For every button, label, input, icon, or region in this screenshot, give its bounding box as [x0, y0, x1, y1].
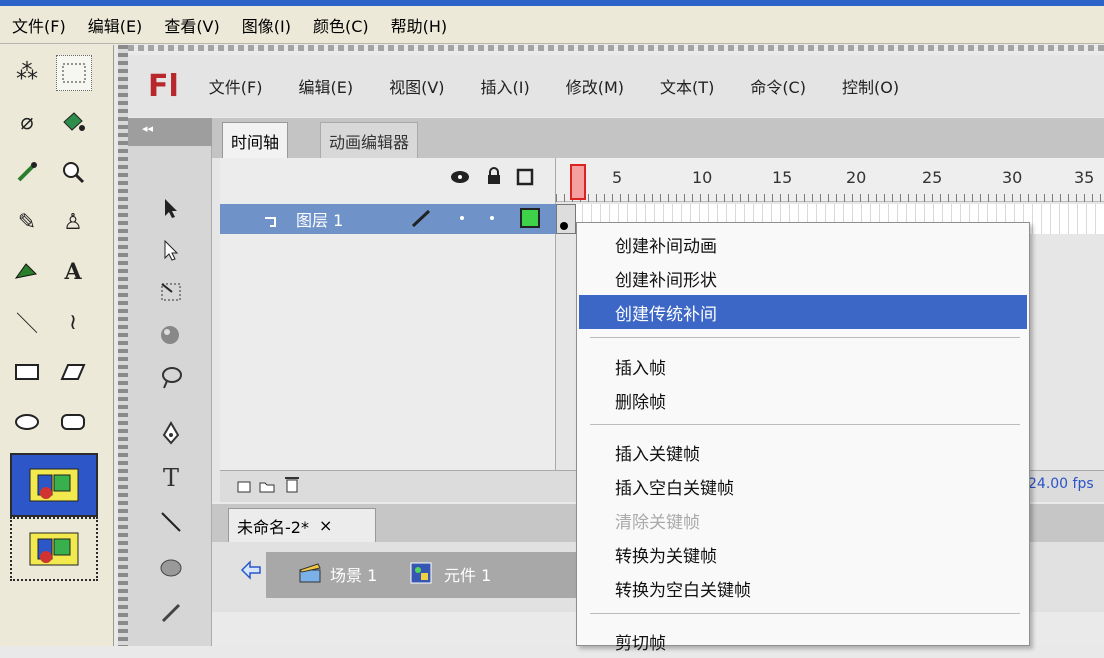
outer-menu-edit[interactable]: 编辑(E) [76, 13, 153, 37]
flash-menu-control[interactable]: 控制(O) [842, 74, 899, 98]
marquee-tool-icon[interactable] [56, 55, 92, 91]
symbol-icon [410, 562, 432, 584]
pencil-icon[interactable] [150, 592, 192, 632]
tools-collapse-button[interactable]: ◂◂ [128, 118, 212, 146]
flash-menubar: Fl 文件(F) 编辑(E) 视图(V) 插入(I) 修改(M) 文本(T) 命… [128, 55, 1104, 117]
outer-toolbox: ⁂ ⌀ ✎ ♙ A ＼ ≀ [0, 45, 114, 646]
flash-menu-modify[interactable]: 修改(M) [566, 74, 624, 98]
outer-menu-view[interactable]: 查看(V) [152, 13, 229, 37]
document-tab[interactable]: 未命名-2* × [228, 508, 376, 542]
menu-item-clear-keyframe: 清除关键帧 [615, 512, 700, 533]
new-folder-icon[interactable] [258, 478, 276, 494]
menu-item-convert-to-keyframes[interactable]: 转换为关键帧 [579, 537, 1027, 571]
outer-menu-image[interactable]: 图像(I) [230, 13, 301, 37]
layer-type-icon [262, 210, 280, 228]
free-transform-icon[interactable] [150, 272, 192, 312]
flash-menu-view[interactable]: 视图(V) [389, 74, 444, 98]
menu-separator [590, 337, 1020, 338]
pencil-tool-icon[interactable]: ✎ [10, 205, 44, 239]
frame-number: 25 [922, 168, 943, 187]
text-tool-icon[interactable]: A [56, 255, 90, 289]
lock-dot[interactable] [490, 216, 494, 220]
polygon-tool-icon[interactable] [56, 355, 90, 389]
window-drag-handle[interactable] [118, 45, 128, 646]
document-tab-label: 未命名-2* [237, 517, 309, 537]
flash-menu-file[interactable]: 文件(F) [209, 74, 263, 98]
new-layer-icon[interactable] [236, 478, 252, 494]
menu-item-insert-keyframe[interactable]: 插入关键帧 [579, 435, 1027, 469]
menu-item-cut-frames[interactable]: 剪切帧 [579, 624, 1027, 658]
oval-icon[interactable] [150, 548, 192, 588]
frame-number: 10 [692, 168, 713, 187]
breadcrumb-scene[interactable]: 场景 1 [330, 562, 377, 586]
keyframe-cell[interactable] [556, 204, 576, 234]
flash-logo: Fl [148, 68, 179, 104]
eye-icon[interactable] [450, 168, 470, 186]
menu-item-create-classic-tween[interactable]: 创建传统补间 [579, 295, 1027, 329]
selection-arrow-icon[interactable] [150, 188, 192, 228]
back-arrow-icon[interactable] [240, 560, 262, 580]
tab-timeline[interactable]: 时间轴 [222, 122, 289, 159]
outer-menu-help[interactable]: 帮助(H) [379, 13, 458, 37]
menu-item-convert-to-blank-keyframes[interactable]: 转换为空白关键帧 [579, 571, 1027, 605]
outer-menu-color[interactable]: 颜色(C) [301, 13, 379, 37]
3d-rotation-icon[interactable] [150, 316, 192, 356]
edit-pencil-icon[interactable] [410, 208, 432, 228]
lasso-tool-icon[interactable]: ⁂ [10, 55, 44, 89]
frame-number: 15 [772, 168, 793, 187]
menu-separator [590, 613, 1020, 614]
frame-number: 30 [1002, 168, 1023, 187]
tab-motion-editor[interactable]: 动画编辑器 [320, 122, 419, 159]
document-tab-close-icon[interactable]: × [319, 516, 332, 535]
lock-icon[interactable] [486, 166, 502, 186]
frame-number: 20 [846, 168, 867, 187]
color-mode-tool-icon[interactable] [10, 517, 98, 581]
window-dashed-border [118, 45, 1104, 51]
frame-ruler-ticks [556, 194, 1104, 202]
pen-tool-icon[interactable] [10, 255, 44, 289]
breadcrumb-symbol[interactable]: 元件 1 [444, 562, 491, 586]
rounded-rect-tool-icon[interactable] [56, 405, 90, 439]
outer-menubar: 文件(F) 编辑(E) 查看(V) 图像(I) 颜色(C) 帮助(H) [0, 6, 1104, 44]
scene-clapper-icon [298, 562, 322, 584]
flash-menu-commands[interactable]: 命令(C) [750, 74, 806, 98]
text-icon[interactable]: T [150, 458, 192, 498]
ellipse-tool-icon[interactable] [10, 405, 44, 439]
frame-number: 5 [612, 168, 623, 187]
frame-number: 35 [1074, 168, 1095, 187]
stamp-tool-icon[interactable]: ♙ [56, 205, 90, 239]
eraser-tool-icon[interactable]: ⌀ [10, 105, 44, 139]
menu-item-create-motion-tween[interactable]: 创建补间动画 [579, 227, 1027, 261]
flash-menu-edit[interactable]: 编辑(E) [298, 74, 353, 98]
eyedropper-tool-icon[interactable] [10, 155, 44, 189]
color-swap-tool-icon[interactable] [10, 453, 98, 517]
rectangle-tool-icon[interactable] [10, 355, 44, 389]
line-tool-icon[interactable]: ＼ [10, 305, 44, 339]
menu-item-insert-frame[interactable]: 插入帧 [579, 349, 1027, 383]
pen-icon[interactable] [150, 414, 192, 454]
flash-menu-insert[interactable]: 插入(I) [481, 74, 530, 98]
menu-item-remove-frames[interactable]: 删除帧 [579, 383, 1027, 417]
layer-name[interactable]: 图层 1 [296, 207, 343, 231]
flash-menu-text[interactable]: 文本(T) [660, 74, 714, 98]
outline-icon[interactable] [516, 168, 534, 186]
freeform-tool-icon[interactable]: ≀ [56, 305, 90, 339]
fps-readout: 24.00 fps [1028, 476, 1094, 492]
layer-color-swatch[interactable] [520, 208, 540, 228]
menu-item-insert-blank-keyframe[interactable]: 插入空白关键帧 [579, 469, 1027, 503]
menu-separator [590, 424, 1020, 425]
lasso-icon[interactable] [150, 358, 192, 398]
delete-layer-icon[interactable] [284, 474, 300, 494]
outer-menu-file[interactable]: 文件(F) [0, 13, 76, 37]
menu-item-create-shape-tween[interactable]: 创建补间形状 [579, 261, 1027, 295]
fill-bucket-tool-icon[interactable] [56, 105, 90, 139]
playhead[interactable] [570, 164, 586, 200]
keyframe-dot [560, 222, 568, 230]
zoom-tool-icon[interactable] [56, 155, 90, 189]
subselection-arrow-icon[interactable] [150, 230, 192, 270]
line-icon[interactable] [150, 502, 192, 542]
visibility-dot[interactable] [460, 216, 464, 220]
